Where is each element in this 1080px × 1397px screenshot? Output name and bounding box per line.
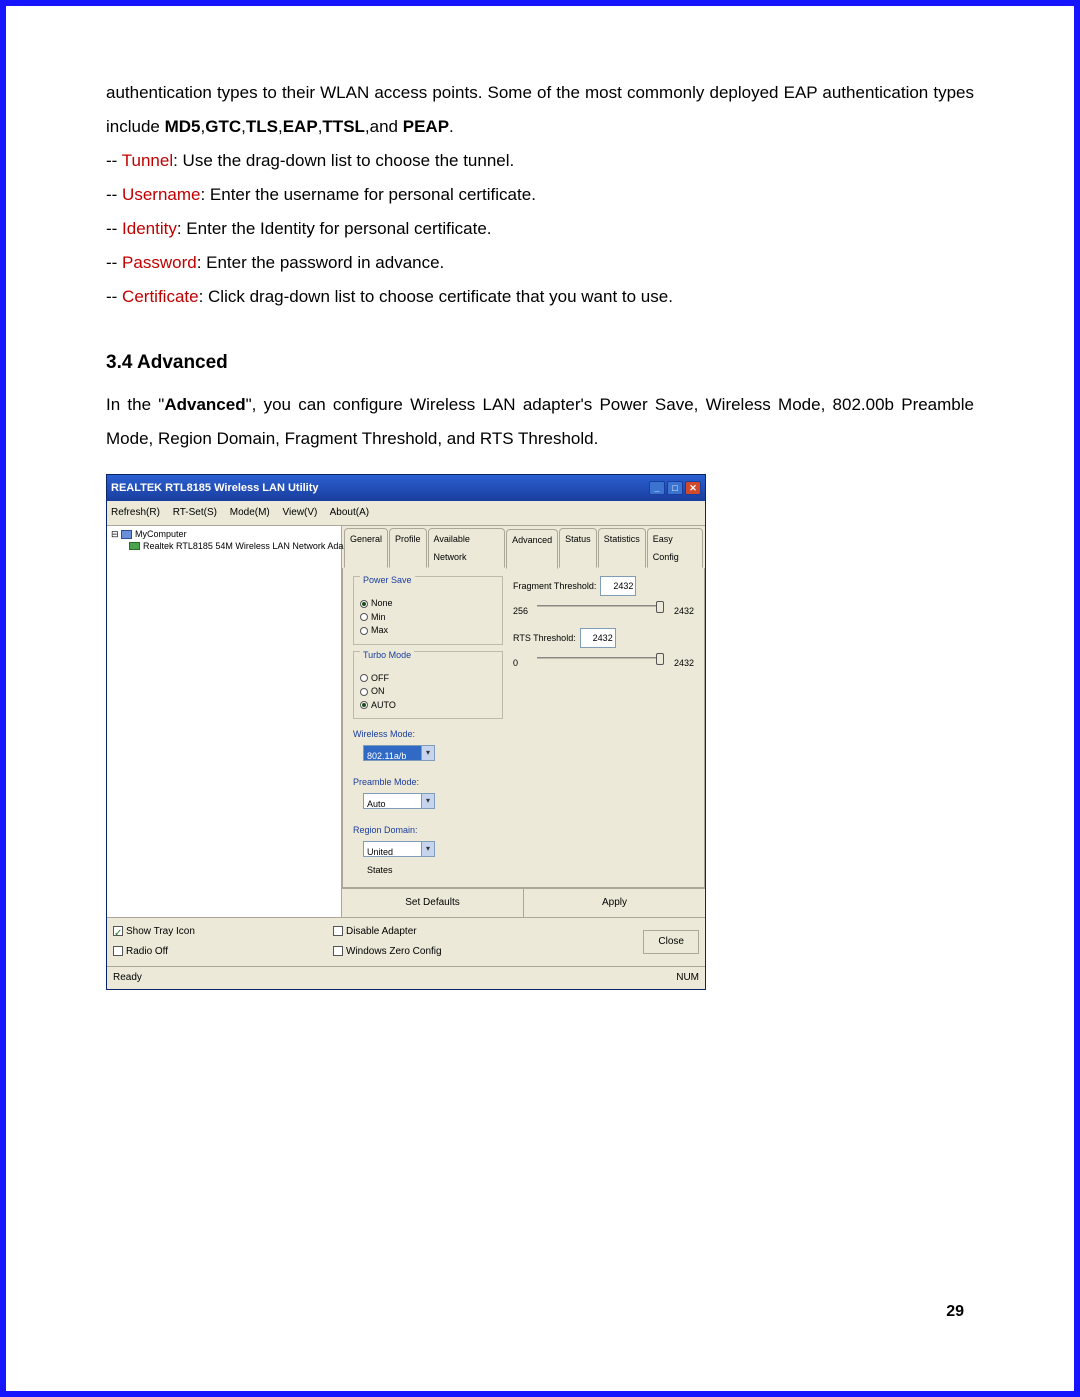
check-disable-adapter[interactable]: Disable Adapter (333, 922, 442, 942)
rts-min: 0 (513, 654, 518, 672)
status-num: NUM (676, 968, 699, 988)
tree-pane: ⊟ MyComputer Realtek RTL8185 54M Wireles… (107, 526, 342, 917)
page-number: 29 (946, 1303, 964, 1321)
window-buttons: _ □ ✕ (649, 481, 701, 495)
rts-threshold-value[interactable]: 2432 (580, 628, 616, 648)
legend-turbo: Turbo Mode (360, 646, 414, 664)
label-preamble-mode: Preamble Mode: (353, 773, 503, 791)
line-identity: -- Identity: Enter the Identity for pers… (106, 212, 974, 246)
section-body-advanced: In the "Advanced", you can configure Wir… (106, 388, 974, 456)
fieldset-power-save: Power Save None Min Max (353, 576, 503, 645)
fieldset-turbo-mode: Turbo Mode OFF ON AUTO (353, 651, 503, 720)
tab-easy-config[interactable]: Easy Config (647, 528, 703, 568)
menu-view[interactable]: View(V) (283, 507, 318, 518)
window-titlebar[interactable]: REALTEK RTL8185 Wireless LAN Utility _ □… (107, 475, 705, 501)
tree-root[interactable]: ⊟ MyComputer (111, 529, 337, 541)
tab-advanced[interactable]: Advanced (506, 529, 558, 569)
check-show-tray-icon[interactable]: Show Tray Icon (113, 922, 313, 942)
radio-power-none[interactable]: None (360, 597, 496, 611)
paragraph-eap: authentication types to their WLAN acces… (106, 76, 974, 144)
check-radio-off[interactable]: Radio Off (113, 942, 313, 962)
rts-thumb[interactable] (656, 653, 664, 665)
content-pane: General Profile Available Network Advanc… (342, 526, 705, 917)
radio-turbo-off[interactable]: OFF (360, 672, 496, 686)
tab-general[interactable]: General (344, 528, 388, 568)
tab-body-advanced: Power Save None Min Max Turbo Mode OFF (342, 568, 705, 888)
line-certificate: -- Certificate: Click drag-down list to … (106, 280, 974, 314)
chevron-down-icon: ▾ (421, 842, 434, 856)
line-tunnel: -- Tunnel: Use the drag-down list to cho… (106, 144, 974, 178)
combo-preamble-mode[interactable]: Auto▾ (363, 793, 435, 809)
tab-profile[interactable]: Profile (389, 528, 427, 568)
rts-max: 2432 (674, 654, 694, 672)
frag-track[interactable] (537, 605, 664, 607)
screenshot-window: REALTEK RTL8185 Wireless LAN Utility _ □… (106, 474, 706, 990)
status-bar: Ready NUM (107, 966, 705, 989)
radio-power-min[interactable]: Min (360, 611, 496, 625)
chevron-down-icon: ▾ (421, 794, 434, 808)
adapter-icon (129, 542, 140, 550)
radio-turbo-auto[interactable]: AUTO (360, 699, 496, 713)
radio-turbo-on[interactable]: ON (360, 685, 496, 699)
doc-body: authentication types to their WLAN acces… (106, 76, 974, 990)
frag-min: 256 (513, 602, 528, 620)
section-heading-advanced: 3.4 Advanced (106, 344, 974, 382)
apply-button[interactable]: Apply (582, 892, 647, 914)
action-row: Set Defaults Apply (342, 888, 705, 917)
radio-power-max[interactable]: Max (360, 624, 496, 638)
menu-about[interactable]: About(A) (330, 507, 369, 518)
computer-icon (121, 530, 132, 539)
tab-available-network[interactable]: Available Network (428, 528, 506, 568)
close-button[interactable]: Close (643, 930, 699, 954)
bottom-check-row: Show Tray Icon Radio Off Disable Adapter… (107, 917, 705, 966)
close-window-button[interactable]: ✕ (685, 481, 701, 495)
combo-region-domain[interactable]: United States▾ (363, 841, 435, 857)
menu-mode[interactable]: Mode(M) (230, 507, 270, 518)
window-title: REALTEK RTL8185 Wireless LAN Utility (111, 477, 319, 499)
menu-bar: Refresh(R) RT-Set(S) Mode(M) View(V) Abo… (107, 501, 705, 525)
set-defaults-button[interactable]: Set Defaults (385, 892, 479, 914)
check-windows-zero-config[interactable]: Windows Zero Config (333, 942, 442, 962)
label-wireless-mode: Wireless Mode: (353, 725, 503, 743)
tab-status[interactable]: Status (559, 528, 597, 568)
maximize-button[interactable]: □ (667, 481, 683, 495)
tab-strip: General Profile Available Network Advanc… (342, 526, 705, 568)
combo-wireless-mode[interactable]: 802.11a/b▾ (363, 745, 435, 761)
label-region-domain: Region Domain: (353, 821, 503, 839)
tab-statistics[interactable]: Statistics (598, 528, 646, 568)
menu-refresh[interactable]: Refresh(R) (111, 507, 160, 518)
menu-rtset[interactable]: RT-Set(S) (173, 507, 217, 518)
slider-rts-threshold: RTS Threshold:2432 0 2432 (513, 628, 694, 666)
frag-max: 2432 (674, 602, 694, 620)
tree-adapter[interactable]: Realtek RTL8185 54M Wireless LAN Network… (111, 541, 337, 553)
minimize-button[interactable]: _ (649, 481, 665, 495)
status-ready: Ready (113, 968, 142, 988)
chevron-down-icon: ▾ (421, 746, 434, 760)
line-username: -- Username: Enter the username for pers… (106, 178, 974, 212)
rts-track[interactable] (537, 657, 664, 659)
legend-power-save: Power Save (360, 571, 415, 589)
line-password: -- Password: Enter the password in advan… (106, 246, 974, 280)
slider-fragment-threshold: Fragment Threshold:2432 256 2432 (513, 576, 694, 614)
fragment-threshold-value[interactable]: 2432 (600, 576, 636, 596)
frag-thumb[interactable] (656, 601, 664, 613)
